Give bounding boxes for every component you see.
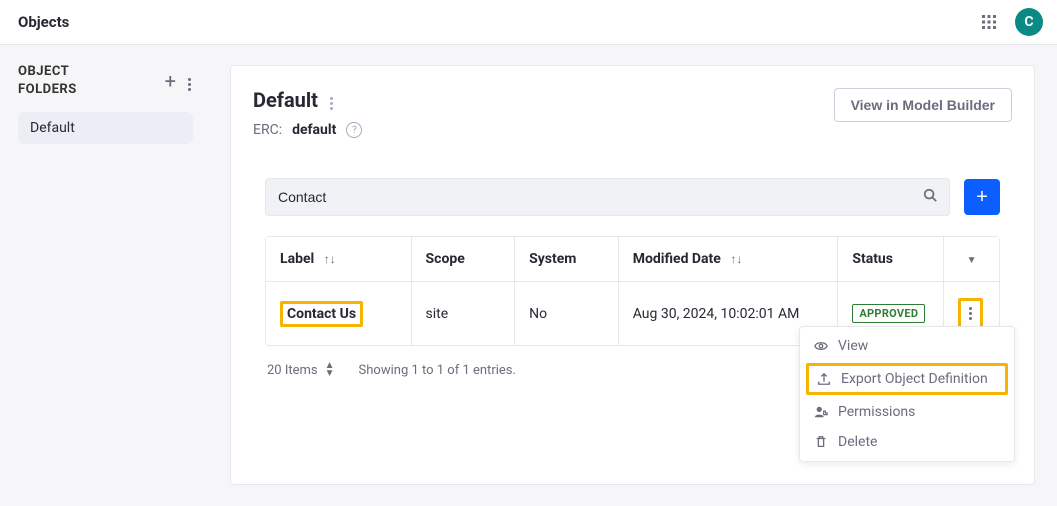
row-actions-dropdown: View Export Object Definition [799,326,1015,462]
add-object-button[interactable]: + [964,179,1000,215]
panel-header: Default ERC: default ? View in Model Bui… [253,88,1012,138]
folder-list: Default [18,112,193,144]
table-header-row: Label ↑↓ Scope System Modified Date [266,237,999,282]
export-icon [817,372,831,386]
col-system-text: System [529,251,576,267]
sidebar: OBJECT FOLDERS + Default [0,45,208,506]
col-status[interactable]: Status [838,237,944,282]
col-modified[interactable]: Modified Date ↑↓ [618,237,838,282]
sidebar-heading: OBJECT FOLDERS [18,63,77,98]
per-page-label: 20 Items [267,363,318,378]
col-status-text: Status [852,251,893,267]
info-icon[interactable]: ? [346,122,362,138]
sort-icon: ↑↓ [324,252,336,266]
add-folder-icon[interactable]: + [165,71,176,91]
trash-icon [814,435,828,449]
sidebar-actions: + [165,69,193,93]
sort-icon: ↑↓ [730,252,742,266]
topbar-right: C [981,8,1043,36]
erc-row: ERC: default ? [253,122,362,138]
page-title: Objects [18,13,69,31]
col-scope[interactable]: Scope [411,237,515,282]
menu-export-object-definition[interactable]: Export Object Definition [806,363,1008,395]
sidebar-heading-line1: OBJECT [18,64,69,79]
cell-system: No [515,282,619,346]
col-label[interactable]: Label ↑↓ [266,237,411,282]
cell-actions: View Export Object Definition [944,282,999,346]
sidebar-folder-default[interactable]: Default [18,112,193,144]
permissions-icon [814,405,828,419]
menu-delete-label: Delete [838,434,877,450]
object-label-link[interactable]: Contact Us [287,306,356,322]
folder-label: Default [30,120,75,136]
sidebar-kebab-icon[interactable] [186,69,193,93]
panel-title-row: Default [253,88,362,112]
col-modified-text: Modified Date [633,251,721,267]
updown-icon: ▲▼ [325,362,335,378]
objects-table: Label ↑↓ Scope System Modified Date [265,236,1000,346]
erc-label: ERC: [253,122,282,138]
plus-icon: + [976,187,988,207]
search-icon[interactable] [923,188,937,206]
sidebar-header: OBJECT FOLDERS + [18,63,193,98]
caret-down-icon: ▼ [967,255,977,266]
main: Default ERC: default ? View in Model Bui… [208,45,1057,506]
menu-view-label: View [838,338,868,354]
cell-scope: site [411,282,515,346]
col-label-text: Label [280,251,314,267]
table-row: Contact Us site No Aug 30, 2024, 10:02:0… [266,282,999,346]
col-actions[interactable]: ▼ [944,237,999,282]
status-badge: APPROVED [852,304,925,323]
menu-view[interactable]: View [800,331,1014,361]
erc-value: default [292,122,336,138]
view-model-builder-button[interactable]: View in Model Builder [834,88,1012,122]
per-page-selector[interactable]: 20 Items ▲▼ [267,362,335,378]
showing-text: Showing 1 to 1 of 1 entries. [359,363,516,378]
search-row: + [253,178,1012,216]
row-actions-button[interactable] [958,298,983,329]
apps-grid-icon[interactable] [981,14,997,30]
search-box[interactable] [265,178,950,216]
panel-kebab-icon[interactable] [328,88,335,112]
layout: OBJECT FOLDERS + Default Default [0,45,1057,506]
menu-delete[interactable]: Delete [800,427,1014,457]
panel-title: Default [253,88,318,112]
cell-label: Contact Us [266,282,411,346]
menu-permissions-label: Permissions [838,404,915,420]
search-input[interactable] [278,189,923,205]
col-scope-text: Scope [426,251,465,267]
panel: Default ERC: default ? View in Model Bui… [230,65,1035,485]
menu-permissions[interactable]: Permissions [800,397,1014,427]
highlight-label: Contact Us [280,301,363,327]
top-bar: Objects C [0,0,1057,45]
menu-export-label: Export Object Definition [841,371,988,387]
avatar[interactable]: C [1015,8,1043,36]
sidebar-heading-line2: FOLDERS [18,82,77,97]
col-system[interactable]: System [515,237,619,282]
eye-icon [814,339,828,353]
